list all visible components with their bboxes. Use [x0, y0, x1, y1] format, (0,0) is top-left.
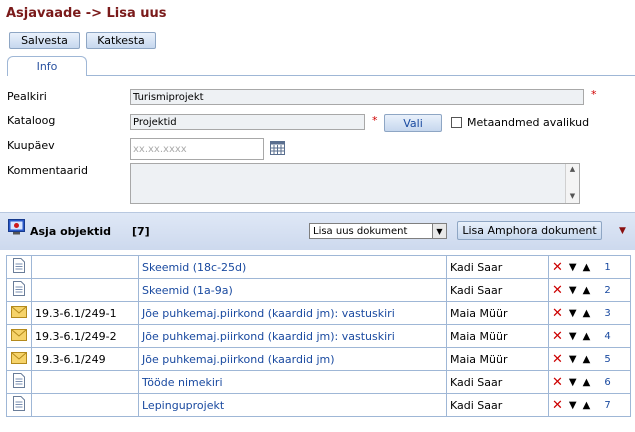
document-icon	[13, 396, 25, 414]
scroll-up-icon[interactable]: ▲	[566, 164, 579, 174]
document-icon	[13, 258, 25, 276]
move-down-icon[interactable]: ▼	[569, 331, 577, 342]
document-person: Kadi Saar	[450, 260, 503, 274]
tab-info[interactable]: Info	[7, 56, 87, 76]
document-person: Maia Müür	[450, 306, 508, 320]
objects-heading: Asja objektid	[30, 225, 111, 238]
metadata-public-label: Metaandmed avalikud	[467, 116, 590, 129]
document-person: Kadi Saar	[450, 283, 503, 297]
move-up-icon[interactable]: ▲	[583, 262, 591, 273]
date-input[interactable]: xx.xx.xxxx	[130, 138, 264, 160]
document-code: 19.3-6.1/249-2	[35, 329, 117, 343]
save-button[interactable]: Salvesta	[9, 32, 80, 49]
document-title-link[interactable]: Jõe puhkemaj.piirkond (kaardid jm): vast…	[142, 330, 395, 343]
delete-icon[interactable]: ✕	[552, 307, 563, 320]
page-title: Asjavaade -> Lisa uus	[6, 6, 167, 21]
table-row: 19.3-6.1/249-1 Jõe puhkemaj.piirkond (kaa…	[6, 301, 631, 325]
document-title-link[interactable]: Lepinguprojekt	[142, 399, 224, 412]
table-row: Skeemid (18c-25d) Kadi Saar ✕ ▼ ▲ 1	[6, 255, 631, 279]
delete-icon[interactable]: ✕	[552, 261, 563, 274]
scroll-down-icon[interactable]: ▼	[566, 191, 579, 201]
document-title-link[interactable]: Jõe puhkemaj.piirkond (kaardid jm): vast…	[142, 307, 395, 320]
document-person: Maia Müür	[450, 329, 508, 343]
document-title-link[interactable]: Skeemid (18c-25d)	[142, 261, 246, 274]
document-icon	[13, 281, 25, 299]
comments-textarea[interactable]	[130, 163, 580, 204]
tab-divider	[87, 75, 635, 76]
envelope-icon	[11, 305, 27, 321]
move-down-icon[interactable]: ▼	[569, 285, 577, 296]
objects-count: [7]	[132, 225, 150, 238]
add-amphora-document-button[interactable]: Lisa Amphora dokument	[457, 221, 602, 240]
document-title-link[interactable]: Skeemid (1a-9a)	[142, 284, 233, 297]
row-order-number: 3	[604, 307, 611, 319]
calendar-icon[interactable]	[270, 141, 285, 155]
objects-table: Skeemid (18c-25d) Kadi Saar ✕ ▼ ▲ 1 Skeemid (1…	[6, 255, 631, 417]
table-row: Lepinguprojekt Kadi Saar ✕ ▼ ▲ 7	[6, 393, 631, 417]
date-label: Kuupäev	[7, 139, 55, 152]
document-title-link[interactable]: Tööde nimekiri	[142, 376, 223, 389]
metadata-public-checkbox[interactable]	[451, 117, 462, 128]
row-order-number: 4	[604, 330, 611, 342]
move-down-icon[interactable]: ▼	[569, 308, 577, 319]
add-document-select[interactable]: Lisa uus dokument ▼	[309, 223, 447, 239]
delete-icon[interactable]: ✕	[552, 330, 563, 343]
row-order-number: 7	[604, 399, 611, 411]
move-up-icon[interactable]: ▲	[583, 400, 591, 411]
move-down-icon[interactable]: ▼	[569, 400, 577, 411]
delete-icon[interactable]: ✕	[552, 353, 563, 366]
choose-catalog-button[interactable]: Vali	[384, 114, 442, 132]
delete-icon[interactable]: ✕	[552, 376, 563, 389]
table-row: 19.3-6.1/249 Jõe puhkemaj.piirkond (kaard…	[6, 347, 631, 371]
delete-icon[interactable]: ✕	[552, 284, 563, 297]
table-row: Tööde nimekiri Kadi Saar ✕ ▼ ▲ 6	[6, 370, 631, 394]
collapse-triangle-icon[interactable]: ▼	[619, 226, 626, 236]
objects-icon	[8, 219, 25, 235]
move-down-icon[interactable]: ▼	[569, 262, 577, 273]
document-code: 19.3-6.1/249-1	[35, 306, 117, 320]
document-person: Kadi Saar	[450, 375, 503, 389]
table-row: 19.3-6.1/249-2 Jõe puhkemaj.piirkond (kaa…	[6, 324, 631, 348]
title-input[interactable]: Turismiprojekt	[130, 89, 584, 105]
envelope-icon	[11, 328, 27, 344]
comments-scrollbar[interactable]: ▲ ▼	[565, 164, 579, 203]
chevron-down-icon[interactable]: ▼	[432, 224, 446, 238]
required-mark: *	[591, 88, 597, 101]
delete-icon[interactable]: ✕	[552, 399, 563, 412]
move-down-icon[interactable]: ▼	[569, 377, 577, 388]
comments-label: Kommentaarid	[7, 164, 88, 177]
move-down-icon[interactable]: ▼	[569, 354, 577, 365]
document-person: Maia Müür	[450, 352, 508, 366]
document-person: Kadi Saar	[450, 398, 503, 412]
row-order-number: 5	[604, 353, 611, 365]
required-mark: *	[372, 114, 378, 127]
envelope-icon	[11, 351, 27, 367]
catalog-input[interactable]: Projektid	[130, 114, 365, 130]
move-up-icon[interactable]: ▲	[583, 285, 591, 296]
move-up-icon[interactable]: ▲	[583, 354, 591, 365]
move-up-icon[interactable]: ▲	[583, 308, 591, 319]
row-order-number: 6	[604, 376, 611, 388]
document-icon	[13, 373, 25, 391]
document-code: 19.3-6.1/249	[35, 352, 106, 366]
document-title-link[interactable]: Jõe puhkemaj.piirkond (kaardid jm)	[142, 353, 335, 366]
move-up-icon[interactable]: ▲	[583, 377, 591, 388]
row-order-number: 2	[604, 284, 611, 296]
catalog-label: Kataloog	[7, 114, 56, 127]
move-up-icon[interactable]: ▲	[583, 331, 591, 342]
add-document-select-value: Lisa uus dokument	[313, 225, 408, 237]
row-order-number: 1	[604, 261, 611, 273]
table-row: Skeemid (1a-9a) Kadi Saar ✕ ▼ ▲ 2	[6, 278, 631, 302]
title-label: Pealkiri	[7, 90, 47, 103]
cancel-button[interactable]: Katkesta	[86, 32, 156, 49]
